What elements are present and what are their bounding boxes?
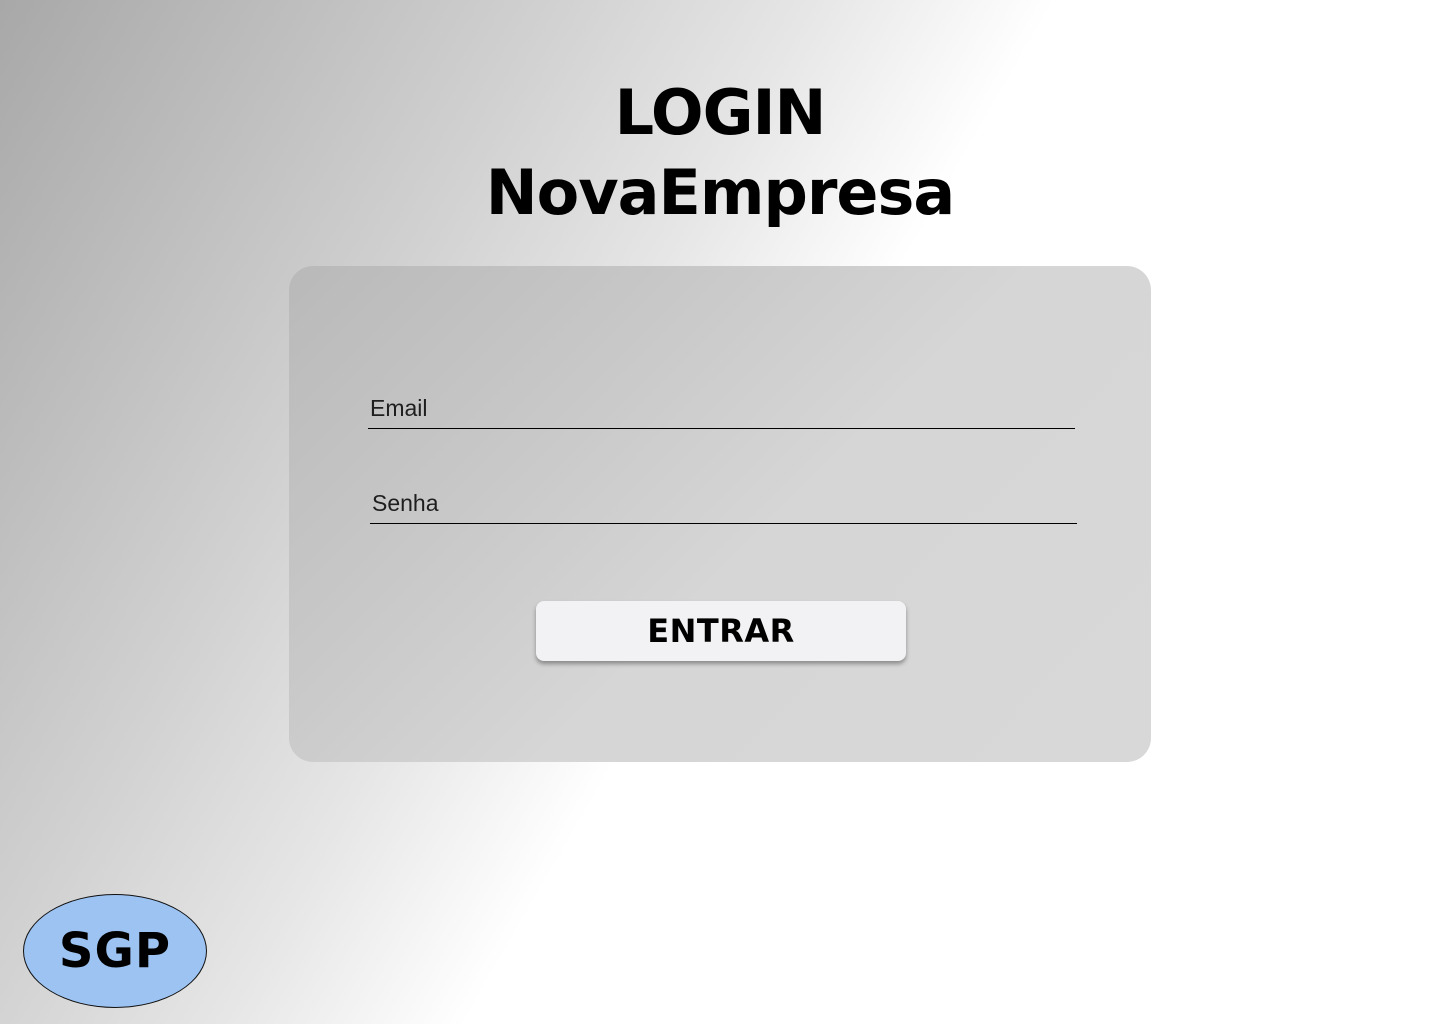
password-field-wrapper: [370, 483, 1077, 524]
logo-text: SGP: [58, 923, 172, 979]
login-button[interactable]: ENTRAR: [536, 601, 906, 661]
page-title: LOGIN: [614, 76, 827, 149]
email-field-wrapper: [368, 388, 1075, 429]
login-card: ENTRAR: [289, 266, 1151, 762]
password-input[interactable]: [370, 483, 1077, 523]
email-input[interactable]: [368, 388, 1075, 428]
sgp-logo: SGP: [23, 894, 207, 1008]
company-name: NovaEmpresa: [485, 156, 955, 229]
